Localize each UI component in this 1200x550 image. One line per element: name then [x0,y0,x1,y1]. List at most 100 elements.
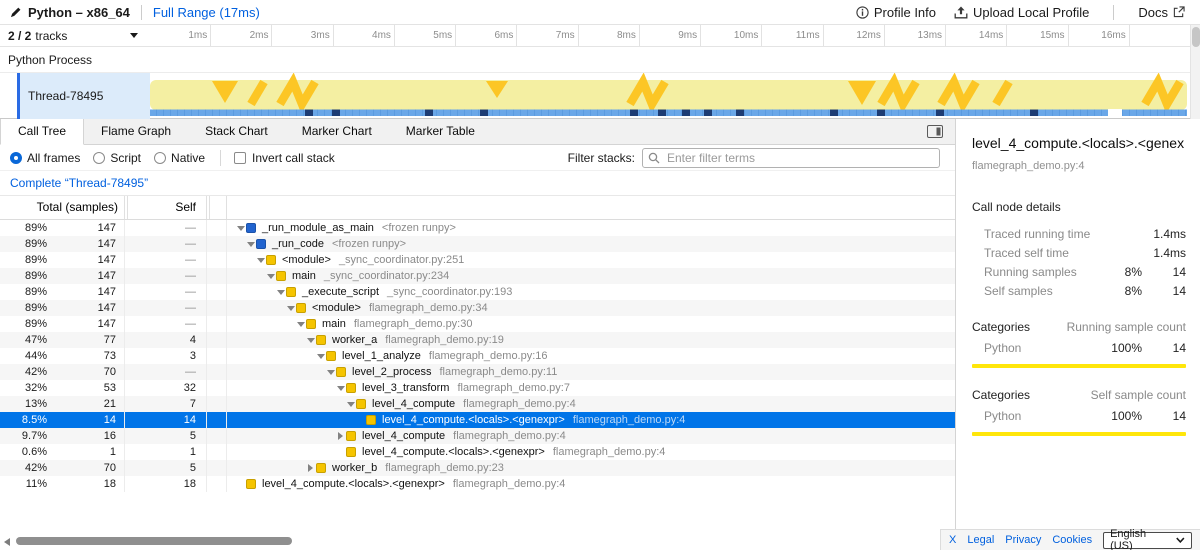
table-row[interactable]: 42%705worker_bflamegraph_demo.py:23 [0,460,955,476]
self-count: 5 [125,460,207,476]
self-count: — [125,284,207,300]
track-thread[interactable]: Thread-78495 [0,73,1190,119]
tab-call-tree[interactable]: Call Tree [0,119,84,145]
total-percent: 42% [0,364,47,380]
category-python-icon [346,431,356,441]
tick-label: 14ms [979,30,1003,41]
collapse-twisty-icon[interactable] [345,396,356,412]
radio-native[interactable]: Native [154,151,205,165]
tree-cell: level_4_computeflamegraph_demo.py:4 [227,396,955,412]
table-row[interactable]: 44%733level_1_analyzeflamegraph_demo.py:… [0,348,955,364]
table-row[interactable]: 89%147—mainflamegraph_demo.py:30 [0,316,955,332]
scrollbar-thumb[interactable] [16,537,292,545]
timeline-vertical-scrollbar[interactable] [1190,25,1200,119]
profile-info-button[interactable]: Profile Info [851,5,941,20]
table-row[interactable]: 13%217level_4_computeflamegraph_demo.py:… [0,396,955,412]
docs-link[interactable]: Docs [1133,5,1190,20]
expand-twisty-icon[interactable] [305,460,316,476]
category-native-icon [256,239,266,249]
ruler-tick: 3ms [272,25,333,46]
total-percent: 47% [0,332,47,348]
total-cell: 13%21 [0,396,125,412]
divider [141,5,142,20]
self-count: — [125,236,207,252]
table-row[interactable]: 32%5332level_3_transformflamegraph_demo.… [0,380,955,396]
tab-stack-chart[interactable]: Stack Chart [188,119,285,144]
tab-marker-chart[interactable]: Marker Chart [285,119,389,144]
collapse-twisty-icon[interactable] [245,236,256,252]
radio-script[interactable]: Script [93,151,141,165]
thread-activity-graph[interactable] [150,73,1190,119]
tracks-dropdown[interactable]: 2 / 2 tracks [0,25,150,46]
category-count: 14 [1142,409,1186,423]
table-row[interactable]: 89%147—_run_code<frozen runpy> [0,236,955,252]
function-name: _execute_script [302,284,379,300]
file-location: flamegraph_demo.py:4 [573,412,686,428]
total-percent: 89% [0,300,47,316]
detail-percent: 8% [1102,284,1142,298]
language-select[interactable]: English (US) [1103,532,1192,549]
tick-label: 1ms [188,30,207,41]
table-row[interactable]: 89%147—<module>flamegraph_demo.py:34 [0,300,955,316]
table-row[interactable]: 47%774worker_aflamegraph_demo.py:19 [0,332,955,348]
horizontal-scrollbar[interactable] [0,535,938,547]
tab-marker-table[interactable]: Marker Table [389,119,492,144]
collapse-twisty-icon[interactable] [285,300,296,316]
self-count: 3 [125,348,207,364]
tab-flame-graph[interactable]: Flame Graph [84,119,188,144]
ruler-tick: 7ms [517,25,578,46]
divider [1113,5,1114,20]
table-row[interactable]: 0.6%11level_4_compute.<locals>.<genexpr>… [0,444,955,460]
full-range-button[interactable]: Full Range (17ms) [153,5,260,20]
total-percent: 32% [0,380,47,396]
details-panel: Call TreeFlame GraphStack ChartMarker Ch… [0,119,955,550]
collapse-twisty-icon[interactable] [265,268,276,284]
category-python-icon [336,367,346,377]
collapse-twisty-icon[interactable] [305,332,316,348]
total-percent: 11% [0,476,47,492]
total-percent: 89% [0,268,47,284]
table-row[interactable]: 89%147—main_sync_coordinator.py:234 [0,268,955,284]
footer-link-privacy[interactable]: Privacy [1005,534,1041,546]
collapse-twisty-icon[interactable] [335,380,346,396]
scroll-left-arrow-icon[interactable] [4,538,10,546]
table-row[interactable]: 11%1818level_4_compute.<locals>.<genexpr… [0,476,955,492]
tree-cell: level_4_compute.<locals>.<genexpr>flameg… [227,412,955,428]
footer-link-x[interactable]: X [949,534,956,546]
radio-label: All frames [27,151,80,165]
total-count: 147 [47,284,124,300]
expand-twisty-icon[interactable] [335,428,346,444]
tree-cell: _execute_script_sync_coordinator.py:193 [227,284,955,300]
radio-all-frames[interactable]: All frames [10,151,80,165]
invert-call-stack-checkbox[interactable]: Invert call stack [234,151,335,165]
collapse-twisty-icon[interactable] [295,316,306,332]
file-location: flamegraph_demo.py:4 [453,476,566,492]
scrollbar-thumb[interactable] [1192,27,1200,47]
thread-label[interactable]: Thread-78495 [20,73,150,119]
sidebar-toggle-button[interactable] [927,125,943,138]
filter-stacks-input[interactable] [642,148,940,168]
table-row[interactable]: 89%147—<module>_sync_coordinator.py:251 [0,252,955,268]
table-row[interactable]: 89%147—_run_module_as_main<frozen runpy> [0,220,955,236]
row-spacer [207,268,227,284]
table-row[interactable]: 8.5%1414level_4_compute.<locals>.<genexp… [0,412,955,428]
row-spacer [207,460,227,476]
table-row[interactable]: 42%70—level_2_processflamegraph_demo.py:… [0,364,955,380]
breadcrumb-root-link[interactable]: Complete “Thread-78495” [10,176,148,190]
ruler-tick: 5ms [395,25,456,46]
footer-link-cookies[interactable]: Cookies [1052,534,1092,546]
upload-profile-button[interactable]: Upload Local Profile [949,5,1094,20]
collapse-twisty-icon[interactable] [235,220,246,236]
collapse-twisty-icon[interactable] [275,284,286,300]
category-name: Python [972,409,1102,423]
file-location: flamegraph_demo.py:4 [463,396,576,412]
category-python-icon [346,447,356,457]
self-count: 14 [125,412,207,428]
table-row[interactable]: 9.7%165level_4_computeflamegraph_demo.py… [0,428,955,444]
table-row[interactable]: 89%147—_execute_script_sync_coordinator.… [0,284,955,300]
collapse-twisty-icon[interactable] [315,348,326,364]
collapse-twisty-icon[interactable] [325,364,336,380]
collapse-twisty-icon[interactable] [255,252,266,268]
footer-link-legal[interactable]: Legal [967,534,994,546]
track-python-process[interactable]: Python Process [0,47,1190,73]
